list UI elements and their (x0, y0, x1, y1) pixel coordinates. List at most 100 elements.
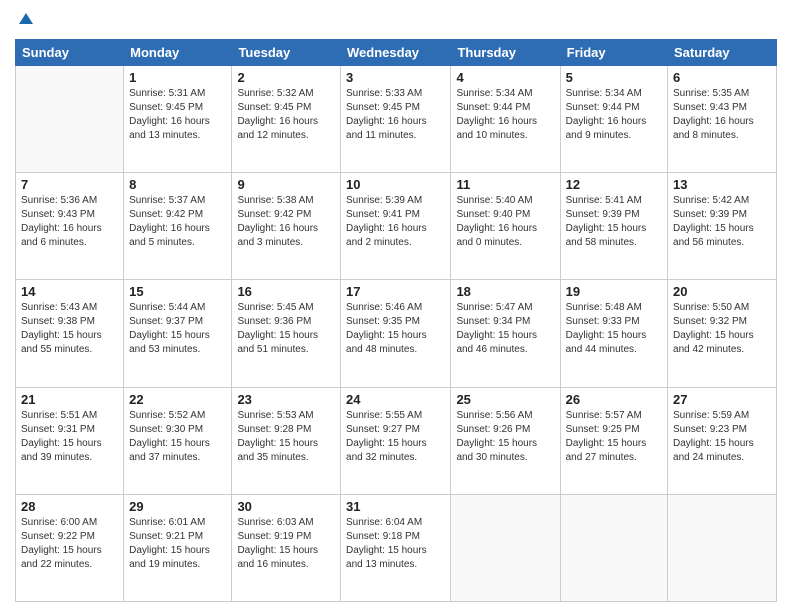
cell-info: Sunrise: 5:40 AM Sunset: 9:40 PM Dayligh… (456, 194, 554, 250)
calendar-cell: 8Sunrise: 5:37 AM Sunset: 9:42 PM Daylig… (124, 173, 232, 280)
cell-date: 30 (237, 499, 335, 514)
cell-date: 24 (346, 392, 445, 407)
calendar-cell: 22 Sunrise: 5:52 AM Sunset: 9:30 PM Dayli… (124, 387, 232, 494)
calendar-cell (560, 494, 667, 601)
cell-info: Sunrise: 5:36 AM Sunset: 9:43 PM Dayligh… (21, 194, 118, 250)
page: SundayMondayTuesdayWednesdayThursdayFrid… (0, 0, 792, 612)
logo-bird-icon (17, 10, 35, 28)
week-row-1: 1 Sunrise: 5:31 AM Sunset: 9:45 PM Daylig… (16, 66, 777, 173)
calendar-cell: 14Sunrise: 5:43 AM Sunset: 9:38 PM Dayli… (16, 280, 124, 387)
cell-date: 26 (566, 392, 662, 407)
calendar-cell (451, 494, 560, 601)
calendar-cell: 6 Sunrise: 5:35 AM Sunset: 9:43 PM Daylig… (668, 66, 777, 173)
cell-date: 20 (673, 284, 771, 299)
calendar-cell: 19 Sunrise: 5:48 AM Sunset: 9:33 PM Dayli… (560, 280, 667, 387)
cell-info: Sunrise: 5:50 AM Sunset: 9:32 PM Dayligh… (673, 301, 771, 357)
cell-info: Sunrise: 5:43 AM Sunset: 9:38 PM Dayligh… (21, 301, 118, 357)
cell-date: 5 (566, 70, 662, 85)
cell-date: 2 (237, 70, 335, 85)
cell-date: 3 (346, 70, 445, 85)
cell-info: Sunrise: 5:35 AM Sunset: 9:43 PM Dayligh… (673, 87, 771, 143)
cell-info: Sunrise: 5:48 AM Sunset: 9:33 PM Dayligh… (566, 301, 662, 357)
cell-info: Sunrise: 5:39 AM Sunset: 9:41 PM Dayligh… (346, 194, 445, 250)
cell-info: Sunrise: 5:32 AM Sunset: 9:45 PM Dayligh… (237, 87, 335, 143)
calendar-cell: 29 Sunrise: 6:01 AM Sunset: 9:21 PM Dayli… (124, 494, 232, 601)
cell-info: Sunrise: 5:37 AM Sunset: 9:42 PM Dayligh… (129, 194, 226, 250)
calendar-cell: 31 Sunrise: 6:04 AM Sunset: 9:18 PM Dayli… (341, 494, 451, 601)
calendar-cell: 13 Sunrise: 5:42 AM Sunset: 9:39 PM Dayli… (668, 173, 777, 280)
week-row-3: 14Sunrise: 5:43 AM Sunset: 9:38 PM Dayli… (16, 280, 777, 387)
calendar-cell: 2 Sunrise: 5:32 AM Sunset: 9:45 PM Daylig… (232, 66, 341, 173)
calendar-cell: 21Sunrise: 5:51 AM Sunset: 9:31 PM Dayli… (16, 387, 124, 494)
cell-date: 1 (129, 70, 226, 85)
cell-date: 6 (673, 70, 771, 85)
calendar-cell: 1 Sunrise: 5:31 AM Sunset: 9:45 PM Daylig… (124, 66, 232, 173)
cell-info: Sunrise: 6:00 AM Sunset: 9:22 PM Dayligh… (21, 516, 118, 572)
weekday-monday: Monday (124, 40, 232, 66)
cell-info: Sunrise: 5:56 AM Sunset: 9:26 PM Dayligh… (456, 409, 554, 465)
cell-info: Sunrise: 6:01 AM Sunset: 9:21 PM Dayligh… (129, 516, 226, 572)
cell-info: Sunrise: 5:38 AM Sunset: 9:42 PM Dayligh… (237, 194, 335, 250)
calendar-cell: 26 Sunrise: 5:57 AM Sunset: 9:25 PM Dayli… (560, 387, 667, 494)
calendar-cell: 4Sunrise: 5:34 AM Sunset: 9:44 PM Daylig… (451, 66, 560, 173)
cell-date: 9 (237, 177, 335, 192)
cell-date: 19 (566, 284, 662, 299)
calendar-cell: 5 Sunrise: 5:34 AM Sunset: 9:44 PM Daylig… (560, 66, 667, 173)
calendar-cell: 3Sunrise: 5:33 AM Sunset: 9:45 PM Daylig… (341, 66, 451, 173)
cell-info: Sunrise: 5:52 AM Sunset: 9:30 PM Dayligh… (129, 409, 226, 465)
cell-date: 7 (21, 177, 118, 192)
cell-info: Sunrise: 5:42 AM Sunset: 9:39 PM Dayligh… (673, 194, 771, 250)
weekday-wednesday: Wednesday (341, 40, 451, 66)
weekday-saturday: Saturday (668, 40, 777, 66)
week-row-5: 28 Sunrise: 6:00 AM Sunset: 9:22 PM Dayli… (16, 494, 777, 601)
logo (15, 10, 35, 33)
calendar-cell: 30Sunrise: 6:03 AM Sunset: 9:19 PM Dayli… (232, 494, 341, 601)
cell-date: 18 (456, 284, 554, 299)
cell-date: 29 (129, 499, 226, 514)
cell-date: 28 (21, 499, 118, 514)
calendar-cell: 24 Sunrise: 5:55 AM Sunset: 9:27 PM Dayli… (341, 387, 451, 494)
cell-info: Sunrise: 5:31 AM Sunset: 9:45 PM Dayligh… (129, 87, 226, 143)
cell-date: 16 (237, 284, 335, 299)
cell-date: 22 (129, 392, 226, 407)
calendar-cell: 15Sunrise: 5:44 AM Sunset: 9:37 PM Dayli… (124, 280, 232, 387)
cell-date: 10 (346, 177, 445, 192)
weekday-sunday: Sunday (16, 40, 124, 66)
cell-date: 31 (346, 499, 445, 514)
cell-info: Sunrise: 5:45 AM Sunset: 9:36 PM Dayligh… (237, 301, 335, 357)
calendar-cell: 16 Sunrise: 5:45 AM Sunset: 9:36 PM Dayli… (232, 280, 341, 387)
cell-date: 13 (673, 177, 771, 192)
calendar-cell: 7 Sunrise: 5:36 AM Sunset: 9:43 PM Daylig… (16, 173, 124, 280)
calendar-cell: 17 Sunrise: 5:46 AM Sunset: 9:35 PM Dayli… (341, 280, 451, 387)
calendar-cell (668, 494, 777, 601)
weekday-tuesday: Tuesday (232, 40, 341, 66)
calendar-cell: 18Sunrise: 5:47 AM Sunset: 9:34 PM Dayli… (451, 280, 560, 387)
weekday-header-row: SundayMondayTuesdayWednesdayThursdayFrid… (16, 40, 777, 66)
week-row-2: 7 Sunrise: 5:36 AM Sunset: 9:43 PM Daylig… (16, 173, 777, 280)
cell-date: 12 (566, 177, 662, 192)
cell-info: Sunrise: 5:59 AM Sunset: 9:23 PM Dayligh… (673, 409, 771, 465)
cell-info: Sunrise: 5:53 AM Sunset: 9:28 PM Dayligh… (237, 409, 335, 465)
calendar-cell (16, 66, 124, 173)
cell-info: Sunrise: 5:41 AM Sunset: 9:39 PM Dayligh… (566, 194, 662, 250)
week-row-4: 21Sunrise: 5:51 AM Sunset: 9:31 PM Dayli… (16, 387, 777, 494)
cell-info: Sunrise: 5:57 AM Sunset: 9:25 PM Dayligh… (566, 409, 662, 465)
calendar-cell: 23 Sunrise: 5:53 AM Sunset: 9:28 PM Dayli… (232, 387, 341, 494)
calendar-cell: 9 Sunrise: 5:38 AM Sunset: 9:42 PM Daylig… (232, 173, 341, 280)
calendar-cell: 20 Sunrise: 5:50 AM Sunset: 9:32 PM Dayli… (668, 280, 777, 387)
calendar-cell: 10 Sunrise: 5:39 AM Sunset: 9:41 PM Dayli… (341, 173, 451, 280)
weekday-thursday: Thursday (451, 40, 560, 66)
calendar-cell: 25 Sunrise: 5:56 AM Sunset: 9:26 PM Dayli… (451, 387, 560, 494)
cell-info: Sunrise: 5:55 AM Sunset: 9:27 PM Dayligh… (346, 409, 445, 465)
cell-date: 25 (456, 392, 554, 407)
header (15, 10, 777, 33)
cell-date: 17 (346, 284, 445, 299)
calendar-table: SundayMondayTuesdayWednesdayThursdayFrid… (15, 39, 777, 602)
cell-info: Sunrise: 5:34 AM Sunset: 9:44 PM Dayligh… (566, 87, 662, 143)
cell-info: Sunrise: 6:04 AM Sunset: 9:18 PM Dayligh… (346, 516, 445, 572)
cell-date: 23 (237, 392, 335, 407)
cell-info: Sunrise: 5:46 AM Sunset: 9:35 PM Dayligh… (346, 301, 445, 357)
calendar-cell: 28 Sunrise: 6:00 AM Sunset: 9:22 PM Dayli… (16, 494, 124, 601)
cell-info: Sunrise: 5:51 AM Sunset: 9:31 PM Dayligh… (21, 409, 118, 465)
cell-date: 4 (456, 70, 554, 85)
